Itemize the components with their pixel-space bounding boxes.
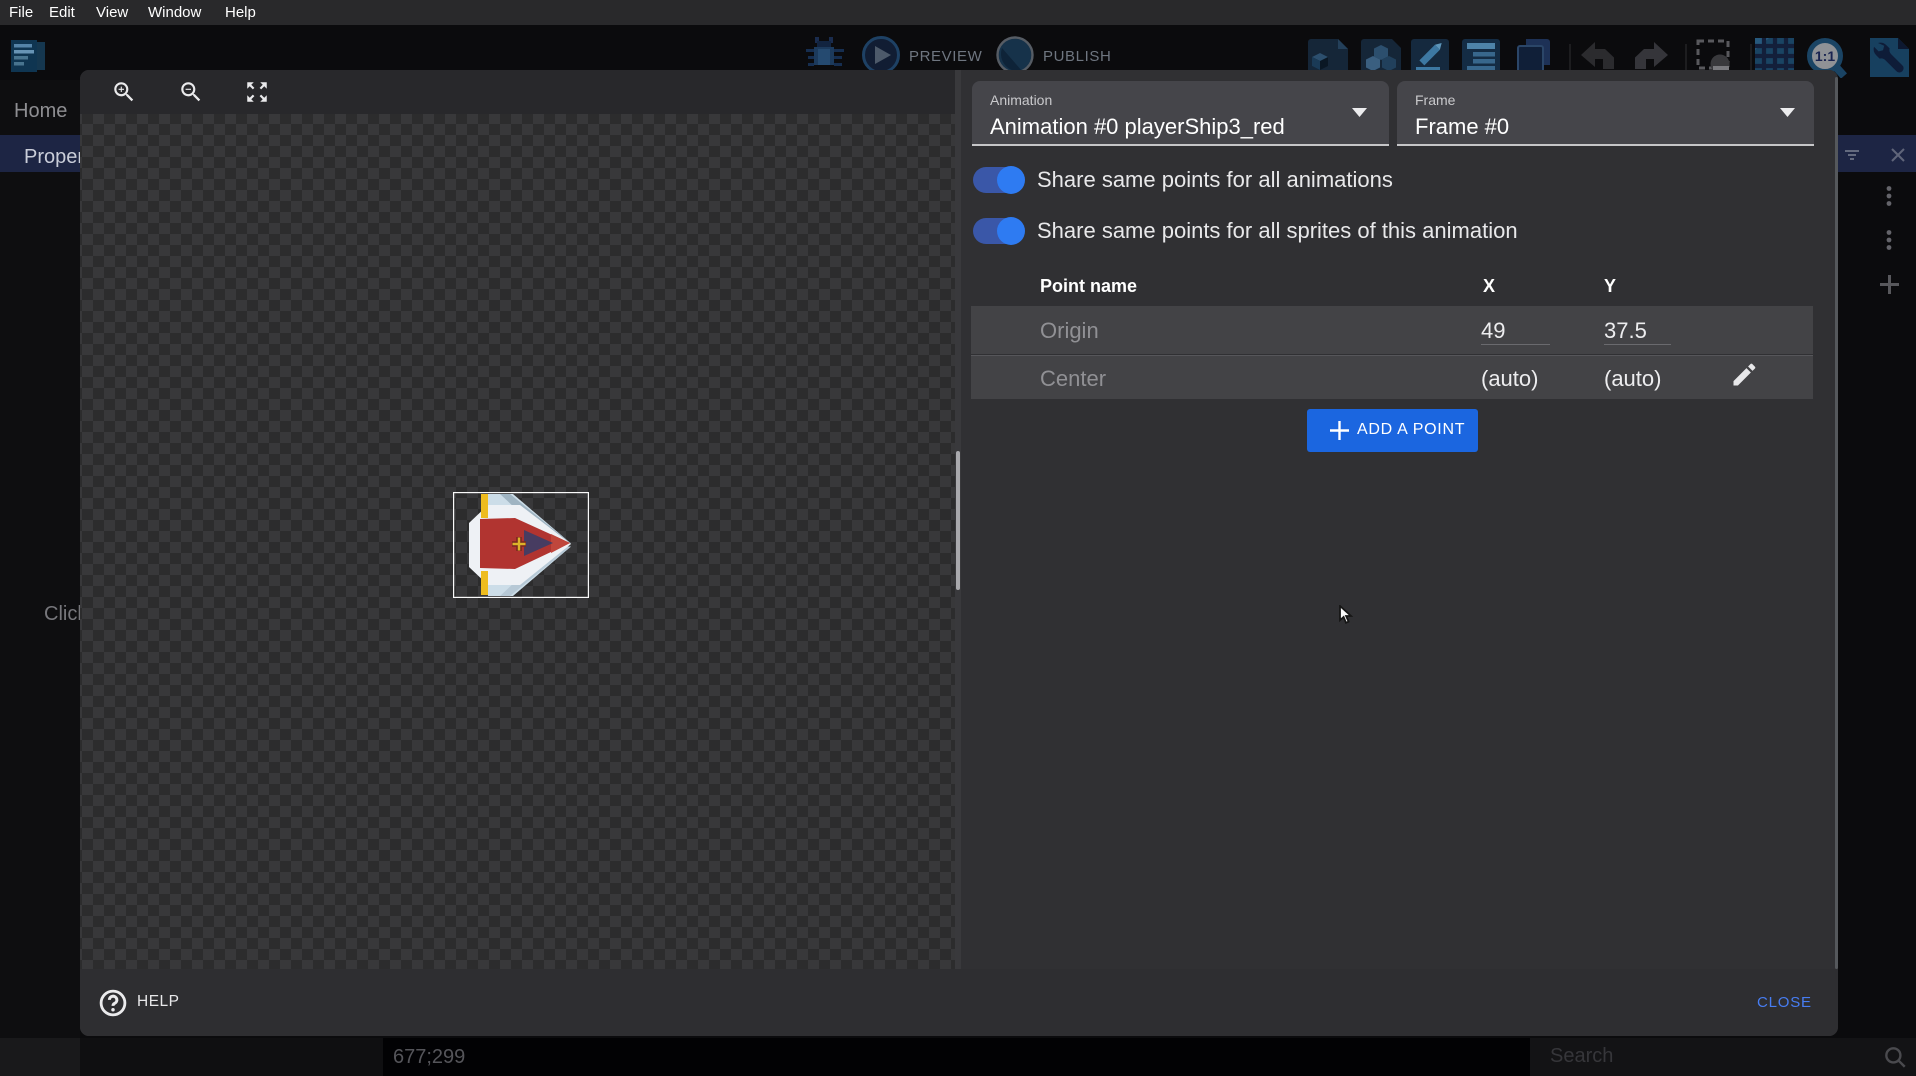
svg-text:1:1: 1:1 (1815, 48, 1835, 64)
